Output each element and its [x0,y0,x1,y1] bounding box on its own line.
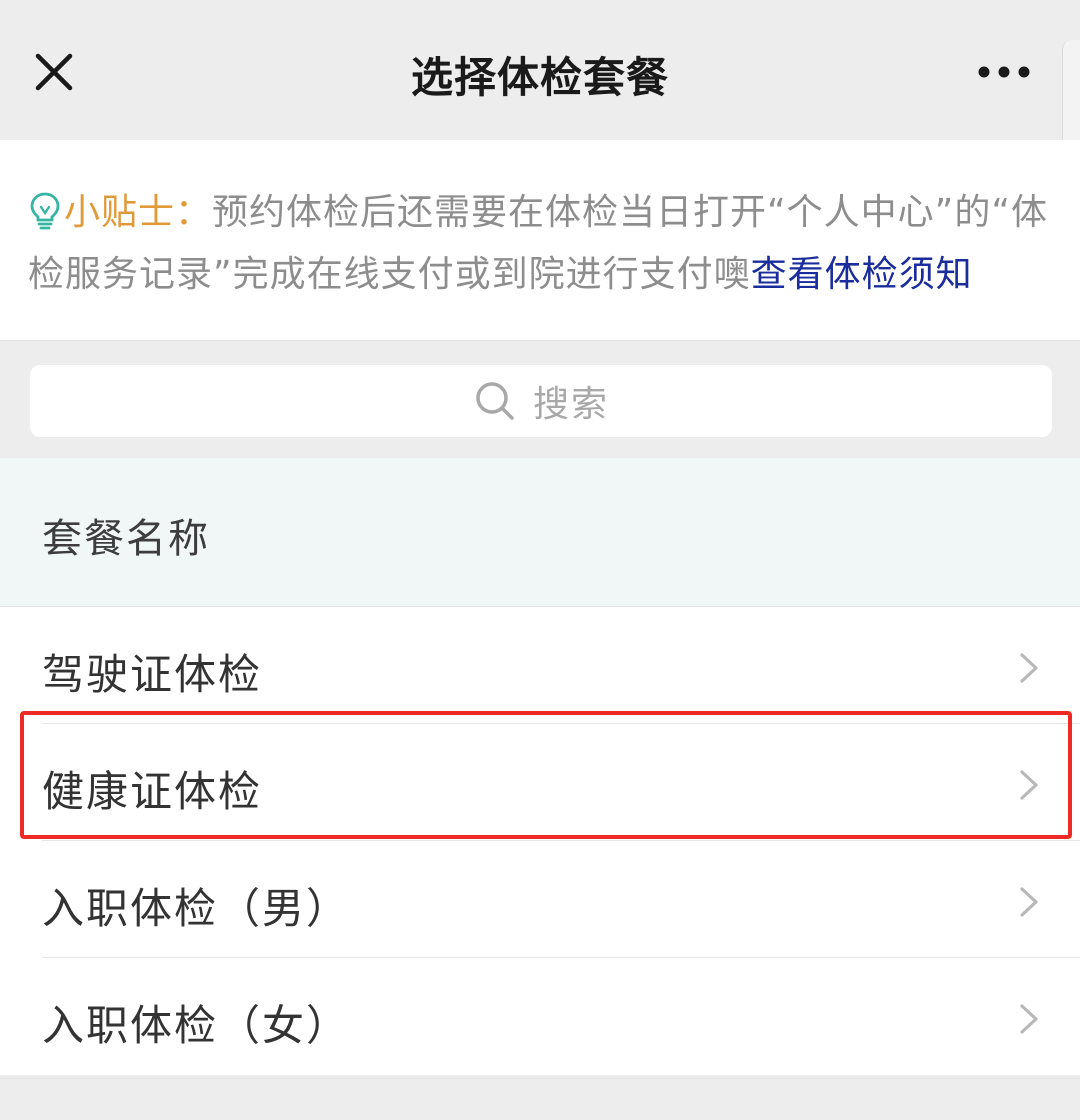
search-area: 搜索 [0,340,1080,459]
tip-label: 小贴士： [64,192,213,233]
page-background [0,1078,1080,1120]
search-placeholder: 搜索 [532,384,609,425]
more-dots-icon[interactable] [972,60,1036,84]
highlight-box [20,711,1072,839]
chevron-right-icon [1020,887,1038,917]
search-icon [476,382,514,420]
package-item-driver-license[interactable]: 驾驶证体检 [0,607,1080,724]
search-input[interactable]: 搜索 [30,365,1052,437]
list-header: 套餐名称 [0,458,1080,606]
package-item-onboarding-male[interactable]: 入职体检（男） [0,841,1080,958]
package-list: 驾驶证体检 健康证体检 入职体检（男） 入职体检（女） [0,606,1080,1075]
chevron-right-icon [1020,1004,1038,1034]
package-item-label: 入职体检（女） [42,1001,351,1050]
list-header-label: 套餐名称 [42,516,210,562]
chevron-right-icon [1020,653,1038,683]
navigation-bar: 选择体检套餐 [0,0,1080,140]
tip-panel: 小贴士：预约体检后还需要在体检当日打开“个人中心”的“体检服务记录”完成在线支付… [0,140,1080,340]
package-item-label: 入职体检（男） [42,884,351,933]
package-item-onboarding-female[interactable]: 入职体检（女） [0,958,1080,1075]
page-title: 选择体检套餐 [410,53,669,102]
package-item-label: 驾驶证体检 [42,650,263,699]
lightbulb-icon [28,188,62,230]
tip-text: 小贴士：预约体检后还需要在体检当日打开“个人中心”的“体检服务记录”完成在线支付… [28,182,1058,306]
exam-notice-link[interactable]: 查看体检须知 [751,254,973,295]
